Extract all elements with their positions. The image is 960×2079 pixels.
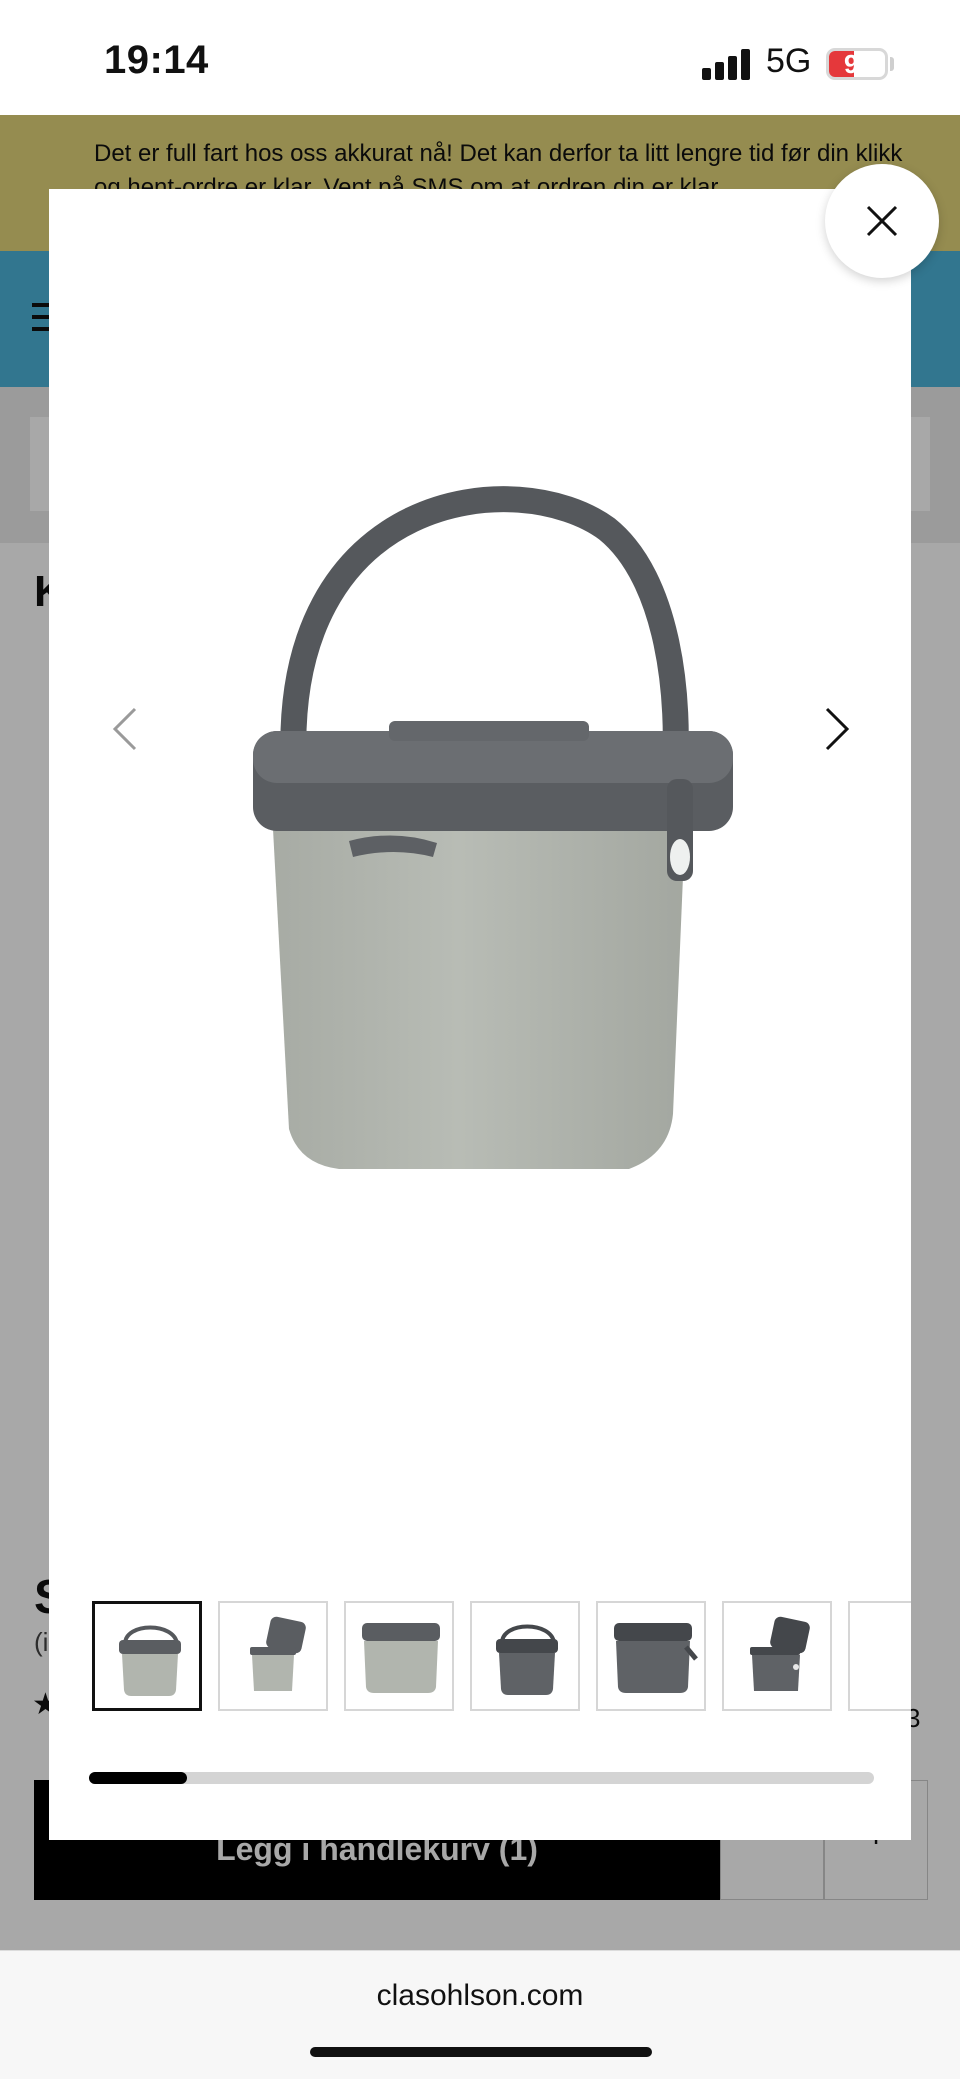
thumbnail[interactable]	[344, 1601, 454, 1711]
product-image	[189, 369, 789, 1169]
signal-icon	[702, 48, 750, 80]
browser-bottom-bar: clasohlson.com	[0, 1950, 960, 2079]
battery-icon: 9ϟ	[826, 48, 888, 80]
thumbnail-strip	[92, 1598, 911, 1714]
previous-image-button[interactable]	[97, 689, 157, 769]
home-indicator[interactable]	[310, 2047, 652, 2057]
thumbnail[interactable]	[92, 1601, 202, 1711]
thumbnail[interactable]	[470, 1601, 580, 1711]
battery-nub	[890, 57, 894, 71]
status-time: 19:14	[104, 38, 209, 82]
close-icon	[866, 205, 898, 237]
url-bar[interactable]: clasohlson.com	[0, 1979, 960, 2013]
battery-label: 9ϟ	[843, 49, 871, 79]
thumbnail[interactable]	[848, 1601, 911, 1711]
image-gallery-modal	[49, 189, 911, 1840]
chevron-left-icon	[112, 707, 137, 751]
gallery-scroll-progress	[89, 1772, 874, 1784]
gallery-scroll-progress-fill	[89, 1772, 188, 1784]
network-type: 5G	[766, 42, 812, 80]
thumbnail[interactable]	[722, 1601, 832, 1711]
chevron-right-icon	[825, 707, 850, 751]
thumbnail[interactable]	[596, 1601, 706, 1711]
status-bar: 19:14 5G 9ϟ	[0, 0, 960, 115]
thumbnail[interactable]	[218, 1601, 328, 1711]
close-gallery-button[interactable]	[825, 164, 939, 278]
next-image-button[interactable]	[805, 689, 865, 769]
